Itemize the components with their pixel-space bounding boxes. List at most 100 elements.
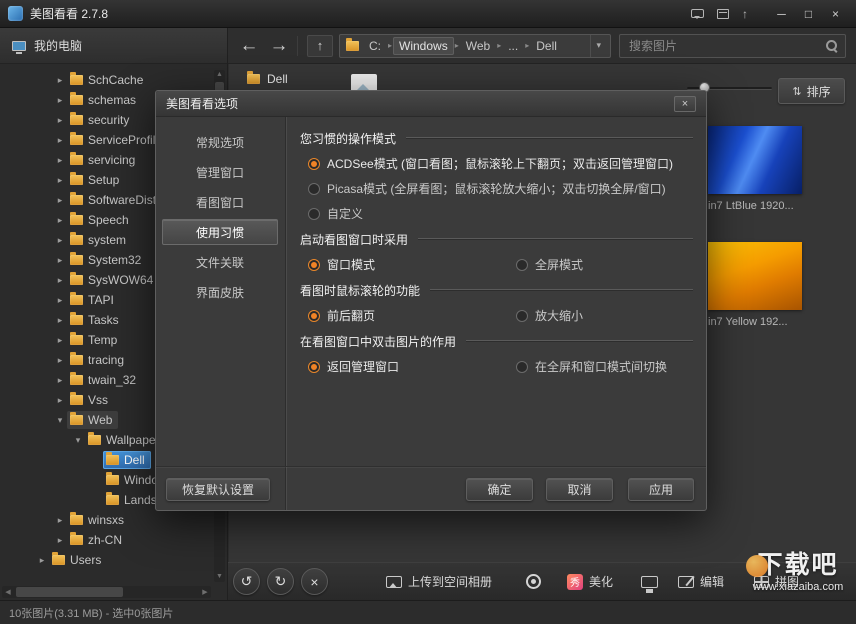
expand-arrow-icon[interactable]: ▸ <box>53 215 67 226</box>
dialog-menu-manage-window[interactable]: 管理窗口 <box>162 159 278 185</box>
slideshow-icon[interactable] <box>641 576 658 588</box>
expand-arrow-icon[interactable]: ▸ <box>53 335 67 346</box>
tree-item-body[interactable]: Users <box>49 551 107 569</box>
edit-button[interactable]: 编辑 <box>678 573 724 590</box>
tree-item-body[interactable]: System32 <box>67 251 147 269</box>
collapse-arrow-icon[interactable]: ▾ <box>71 435 85 446</box>
search-box[interactable] <box>619 34 846 58</box>
tree-item-body[interactable]: system <box>67 231 132 249</box>
breadcrumb-item-Windows[interactable]: Windows <box>393 37 454 55</box>
rotate-right-button[interactable]: ↻ <box>267 568 294 595</box>
radio-icon[interactable] <box>308 310 320 322</box>
dialog-titlebar[interactable]: 美图看看选项 × <box>156 91 706 117</box>
delete-button[interactable]: × <box>301 568 328 595</box>
radio-icon[interactable] <box>308 259 320 271</box>
tree-item-body[interactable]: Web <box>67 411 118 429</box>
expand-arrow-icon[interactable]: ▸ <box>53 235 67 246</box>
back-button[interactable]: ← <box>234 36 264 55</box>
tree-item-body[interactable]: winsxs <box>67 511 130 529</box>
expand-arrow-icon[interactable]: ▸ <box>53 315 67 326</box>
expand-arrow-icon[interactable]: ▸ <box>53 195 67 206</box>
radio-option-operation-mode-1[interactable]: Picasa模式 (全屏看图；鼠标滚轮放大缩小；双击切换全屏/窗口) <box>300 176 693 201</box>
radio-icon[interactable] <box>516 259 528 271</box>
tree-item-body[interactable]: twain_32 <box>67 371 142 389</box>
tree-item-body[interactable]: servicing <box>67 151 141 169</box>
thumbnail-win7-yellow[interactable] <box>708 242 802 310</box>
dialog-menu-view-window[interactable]: 看图窗口 <box>162 189 278 215</box>
expand-arrow-icon[interactable]: ▸ <box>53 535 67 546</box>
ok-button[interactable]: 确定 <box>466 478 533 501</box>
tree-item-body[interactable]: Dell <box>103 451 151 469</box>
expand-arrow-icon[interactable]: ▸ <box>53 155 67 166</box>
breadcrumb-item-C[interactable]: C: <box>363 37 387 55</box>
dialog-close-button[interactable]: × <box>674 96 696 112</box>
radio-icon[interactable] <box>516 361 528 373</box>
expand-arrow-icon[interactable]: ▸ <box>53 515 67 526</box>
radio-icon[interactable] <box>308 361 320 373</box>
apply-button[interactable]: 应用 <box>628 478 694 501</box>
thumbnail-win7-ltblue[interactable] <box>708 126 802 194</box>
tree-item-body[interactable]: security <box>67 111 135 129</box>
expand-arrow-icon[interactable]: ▸ <box>35 555 49 566</box>
up-folder-button[interactable]: ↑ <box>307 35 333 57</box>
radio-icon[interactable] <box>308 208 320 220</box>
breadcrumb-item-Web[interactable]: Web <box>460 37 496 55</box>
radio-option-viewer-launch-mode-1[interactable]: 全屏模式 <box>508 252 583 277</box>
tree-item-SchCache[interactable]: ▸SchCache <box>0 70 212 90</box>
tree-item-winsxs[interactable]: ▸winsxs <box>0 510 212 530</box>
dialog-menu-general-options[interactable]: 常规选项 <box>162 129 278 155</box>
breadcrumb[interactable]: C:▸Windows▸Web▸...▸Dell ▾ <box>339 34 611 58</box>
tree-item-body[interactable]: Vss <box>67 391 114 409</box>
horizontal-scroll-track[interactable] <box>14 586 199 598</box>
dialog-menu-usage-habit[interactable]: 使用习惯 <box>162 219 278 245</box>
expand-arrow-icon[interactable]: ▸ <box>53 295 67 306</box>
pin-up-icon[interactable]: ↑ <box>742 8 748 20</box>
expand-arrow-icon[interactable]: ▸ <box>53 175 67 186</box>
breadcrumb-dropdown-icon[interactable]: ▾ <box>590 35 606 57</box>
radio-icon[interactable] <box>516 310 528 322</box>
expand-arrow-icon[interactable]: ▸ <box>53 275 67 286</box>
tree-item-body[interactable]: Temp <box>67 331 123 349</box>
expand-arrow-icon[interactable]: ▸ <box>53 75 67 86</box>
tree-item-body[interactable]: Setup <box>67 171 125 189</box>
scroll-down-icon[interactable]: ▼ <box>214 572 225 582</box>
beautify-button[interactable]: 秀 美化 <box>567 573 613 590</box>
breadcrumb-item-[interactable]: ... <box>502 37 524 55</box>
search-icon[interactable] <box>825 39 838 52</box>
radio-option-operation-mode-2[interactable]: 自定义 <box>300 201 693 226</box>
tree-item-Users[interactable]: ▸Users <box>0 550 212 570</box>
tree-item-body[interactable]: schemas <box>67 91 142 109</box>
tree-horizontal-scrollbar[interactable]: ◀ ▶ <box>2 586 211 598</box>
horizontal-scroll-thumb[interactable] <box>16 587 123 597</box>
restore-defaults-button[interactable]: 恢复默认设置 <box>166 478 270 501</box>
tree-item-body[interactable]: zh-CN <box>67 531 128 549</box>
forward-button[interactable]: → <box>264 36 294 55</box>
weibo-share-icon[interactable] <box>526 574 541 589</box>
cancel-button[interactable]: 取消 <box>546 478 613 501</box>
tree-item-body[interactable]: SchCache <box>67 71 149 89</box>
radio-option-mouse-wheel-function-0[interactable]: 前后翻页 <box>300 303 508 328</box>
expand-arrow-icon[interactable]: ▸ <box>53 355 67 366</box>
scroll-up-icon[interactable]: ▲ <box>214 70 225 80</box>
expand-arrow-icon[interactable]: ▸ <box>53 135 67 146</box>
search-input[interactable] <box>627 38 825 54</box>
skin-icon[interactable] <box>717 9 729 19</box>
tree-item-body[interactable]: tracing <box>67 351 130 369</box>
rotate-left-button[interactable]: ↺ <box>233 568 260 595</box>
breadcrumb-item-Dell[interactable]: Dell <box>530 37 563 55</box>
minimize-button[interactable]: ─ <box>769 5 794 23</box>
dialog-menu-file-association[interactable]: 文件关联 <box>162 249 278 275</box>
tree-item-body[interactable]: TAPI <box>67 291 120 309</box>
thumbnail-image[interactable] <box>708 242 802 310</box>
radio-option-double-click-action-1[interactable]: 在全屏和窗口模式间切换 <box>508 354 667 379</box>
thumbnail-image[interactable] <box>708 126 802 194</box>
radio-option-viewer-launch-mode-0[interactable]: 窗口模式 <box>300 252 508 277</box>
tree-item-body[interactable]: SysWOW64 <box>67 271 159 289</box>
upload-button[interactable]: 上传到空间相册 <box>386 573 492 590</box>
expand-arrow-icon[interactable]: ▸ <box>53 255 67 266</box>
collapse-arrow-icon[interactable]: ▾ <box>53 415 67 426</box>
scroll-right-icon[interactable]: ▶ <box>199 588 211 596</box>
radio-icon[interactable] <box>308 158 320 170</box>
radio-icon[interactable] <box>308 183 320 195</box>
tree-item-body[interactable]: Wallpaper <box>85 431 166 449</box>
